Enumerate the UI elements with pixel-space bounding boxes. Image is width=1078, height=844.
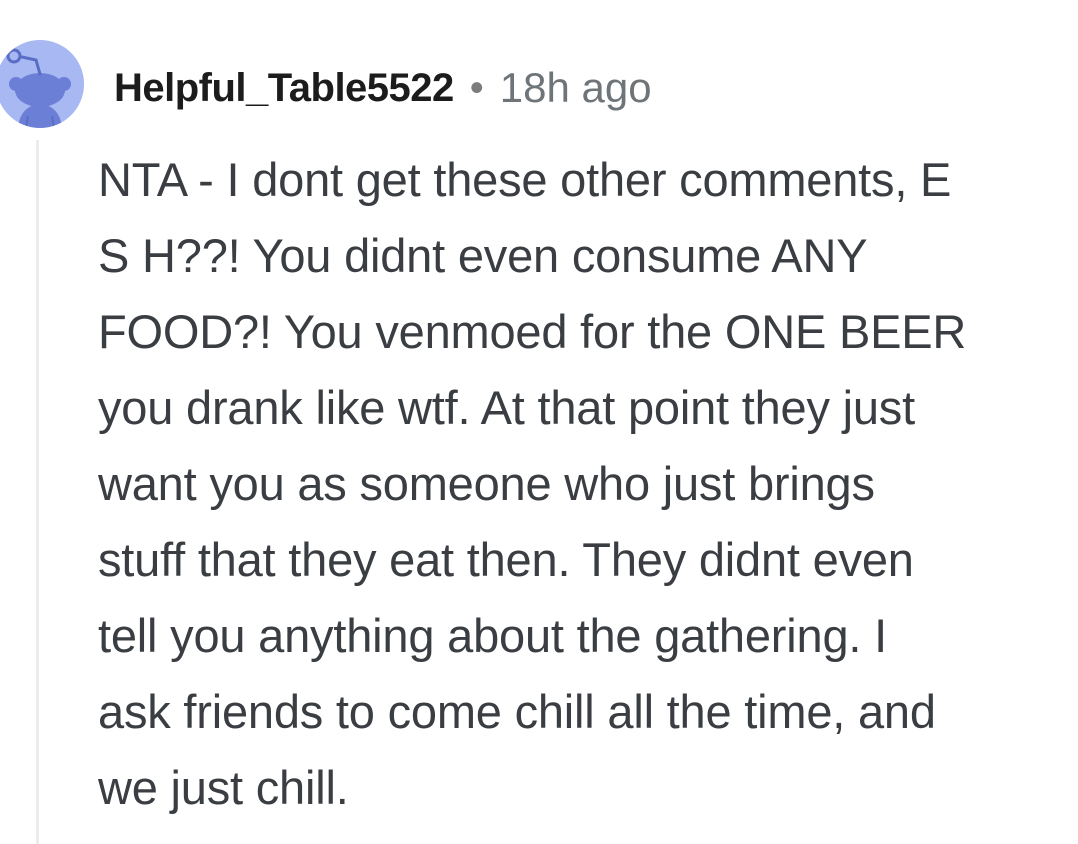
comment-body-line: tell you anything about the gathering. I (98, 609, 887, 662)
comment-meta: Helpful_Table5522 • 18h ago (114, 62, 652, 114)
comment-body: NTA - I dont get these other comments, E… (98, 142, 1068, 826)
timestamp: 18h ago (499, 64, 652, 111)
comment-body-line: stuff that they eat then. They didnt eve… (98, 533, 914, 586)
comment-body-line: we just chill. (98, 761, 349, 814)
comment-body-line: want you as someone who just brings (98, 457, 875, 510)
user-avatar[interactable] (0, 40, 84, 128)
comment-body-line: NTA - I dont get these other comments, E (98, 153, 952, 206)
comment-body-line: FOOD?! You venmoed for the ONE BEER (98, 305, 967, 358)
separator-dot: • (469, 65, 484, 110)
comment-body-line: S H??! You didnt even consume ANY (98, 229, 868, 282)
comment-body-line: ask friends to come chill all the time, … (98, 685, 936, 738)
username-link[interactable]: Helpful_Table5522 (114, 66, 454, 111)
comment-body-line: you drank like wtf. At that point they j… (98, 381, 915, 434)
comment: Helpful_Table5522 • 18h ago NTA - I dont… (0, 0, 1078, 844)
thread-line[interactable] (36, 140, 39, 844)
reddit-snoo-avatar-icon (0, 40, 84, 128)
